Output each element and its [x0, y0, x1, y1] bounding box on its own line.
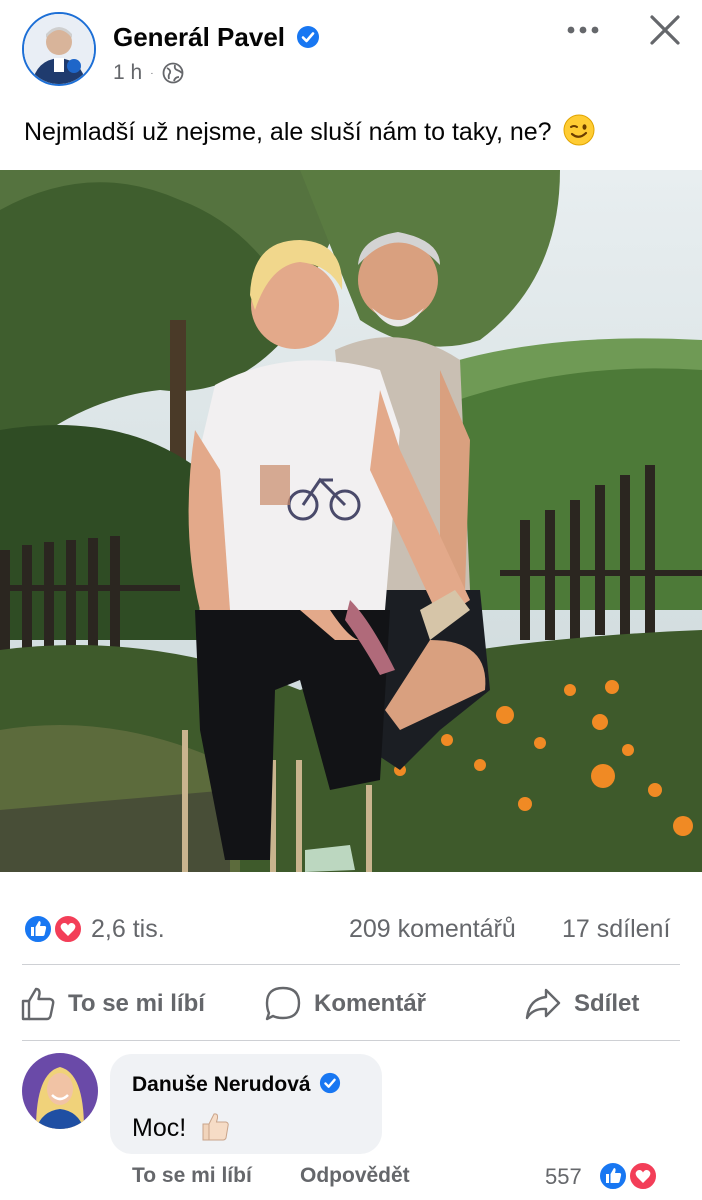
like-love-reaction-icon[interactable]: [22, 913, 84, 945]
comment-like-button[interactable]: To se mi líbí: [132, 1164, 252, 1188]
post-meta: 1 h ·: [113, 61, 184, 85]
verified-badge-icon: [320, 1072, 341, 1094]
author-name[interactable]: Generál Pavel: [113, 22, 285, 52]
thumbs-up-emoji-icon: [202, 1113, 229, 1141]
commenter-avatar[interactable]: [22, 1053, 98, 1129]
comments-count[interactable]: 209 komentářů: [349, 915, 516, 944]
comment-reaction-count[interactable]: 557: [545, 1164, 582, 1190]
verified-badge-icon: [297, 26, 320, 48]
divider: [22, 964, 680, 965]
page-name[interactable]: Generál Pavel: [113, 22, 320, 53]
more-options-icon[interactable]: [563, 18, 603, 42]
share-button[interactable]: Sdílet: [524, 980, 639, 1028]
comment-button[interactable]: Komentář: [264, 980, 426, 1028]
comment-bubble[interactable]: Danuše Nerudová Moc!: [110, 1054, 382, 1154]
shares-count[interactable]: 17 sdílení: [562, 915, 670, 944]
comment-reply-button[interactable]: Odpovědět: [300, 1164, 410, 1188]
post-time[interactable]: 1 h: [113, 61, 142, 85]
close-icon[interactable]: [648, 13, 682, 47]
share-arrow-icon: [525, 988, 561, 1020]
comment-button-label: Komentář: [314, 990, 427, 1017]
post-text-content: Nejmladší už nejsme, ale sluší nám to ta…: [24, 118, 552, 146]
globe-icon: [162, 62, 183, 84]
commenter-name-text[interactable]: Danuše Nerudová: [132, 1073, 311, 1096]
post-text: Nejmladší už nejsme, ale sluší nám to ta…: [24, 114, 595, 147]
comment-bubble-icon: [265, 986, 301, 1021]
post-photo[interactable]: [0, 170, 702, 872]
divider: [22, 1040, 680, 1041]
comment-text-content: Moc!: [132, 1114, 187, 1142]
comment-text: Moc!: [132, 1110, 231, 1143]
reactions-summary: 2,6 tis. 209 komentářů 17 sdílení: [0, 905, 702, 955]
commenter-name[interactable]: Danuše Nerudová: [132, 1072, 341, 1097]
like-button[interactable]: To se mi líbí: [20, 980, 205, 1028]
like-button-label: To se mi líbí: [68, 990, 205, 1017]
post-header: Generál Pavel 1 h ·: [0, 0, 702, 100]
reactions-count[interactable]: 2,6 tis.: [91, 915, 165, 944]
winking-face-emoji-icon: [563, 114, 595, 146]
comment-like-love-reaction-icon[interactable]: [597, 1160, 659, 1192]
page-avatar[interactable]: [22, 12, 96, 86]
share-button-label: Sdílet: [574, 990, 640, 1017]
thumbs-up-icon: [21, 987, 55, 1021]
